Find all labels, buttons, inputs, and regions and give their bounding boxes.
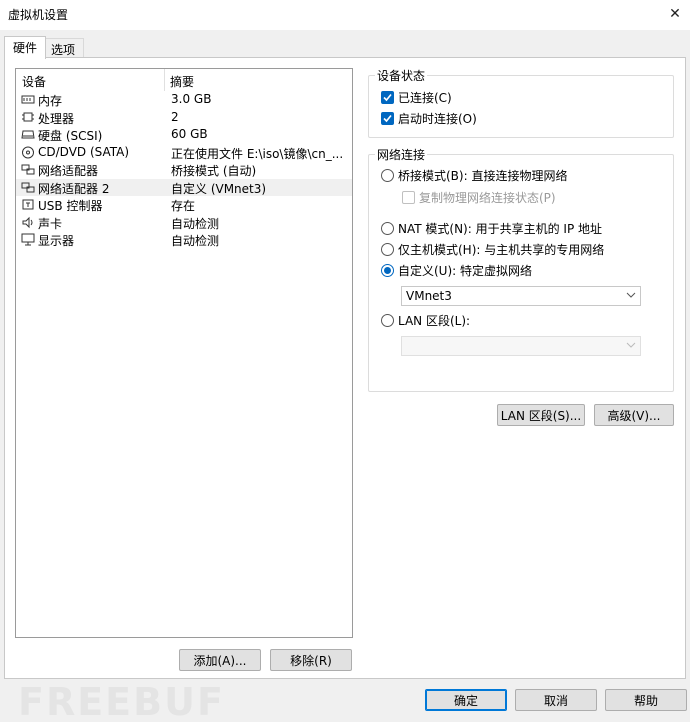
checkbox-checked-icon bbox=[381, 91, 394, 104]
host-only-label: 仅主机模式(H): 与主机共享的专用网络 bbox=[398, 243, 605, 257]
radio-icon bbox=[381, 169, 394, 182]
radio-icon bbox=[381, 243, 394, 256]
advanced-button[interactable]: 高级(V)... bbox=[594, 404, 674, 426]
cpu-icon bbox=[22, 112, 34, 121]
device-list-header: 设备 摘要 bbox=[16, 69, 352, 91]
add-device-button[interactable]: 添加(A)... bbox=[179, 649, 261, 671]
tab-strip: 硬件 选项 bbox=[0, 36, 690, 59]
device-summary: 自定义 (VMnet3) bbox=[171, 181, 267, 196]
bridged-radio[interactable]: 桥接模式(B): 直接连接物理网络 bbox=[381, 167, 567, 184]
custom-network-value: VMnet3 bbox=[406, 289, 452, 303]
network-adapter-icon bbox=[21, 164, 35, 175]
cancel-button[interactable]: 取消 bbox=[515, 689, 597, 711]
watermark-logo: FREEBUF bbox=[18, 680, 225, 724]
device-summary: 正在使用文件 E:\iso\镜像\cn_... bbox=[171, 146, 344, 161]
network-adapter-icon bbox=[21, 182, 35, 192]
device-row-hard-disk[interactable]: 硬盘 (SCSI) 60 GB bbox=[16, 126, 352, 144]
checkbox-checked-icon bbox=[381, 112, 394, 125]
device-name: USB 控制器 bbox=[38, 199, 103, 213]
custom-radio[interactable]: 自定义(U): 特定虚拟网络 bbox=[381, 262, 532, 279]
device-summary: 自动检测 bbox=[171, 216, 220, 231]
device-row-usb-controller[interactable]: USB 控制器 存在 bbox=[16, 196, 352, 214]
hardware-panel: 设备 摘要 内存 3.0 GB 处理器 2 硬盘 (SCSI) 60 GB CD… bbox=[4, 57, 686, 679]
memory-icon bbox=[21, 95, 35, 104]
lan-segment-radio[interactable]: LAN 区段(L): bbox=[381, 312, 470, 329]
ok-button[interactable]: 确定 bbox=[425, 689, 507, 711]
device-list[interactable]: 设备 摘要 内存 3.0 GB 处理器 2 硬盘 (SCSI) 60 GB CD… bbox=[15, 68, 353, 638]
help-button[interactable]: 帮助 bbox=[605, 689, 687, 711]
window-title: 虚拟机设置 bbox=[8, 8, 69, 22]
connect-at-power-on-checkbox[interactable]: 启动时连接(O) bbox=[381, 110, 477, 127]
device-name: 网络适配器 2 bbox=[38, 181, 110, 196]
tab-options[interactable]: 选项 bbox=[42, 38, 85, 58]
device-row-memory[interactable]: 内存 3.0 GB bbox=[16, 91, 352, 109]
usb-icon bbox=[22, 199, 34, 210]
remove-device-button[interactable]: 移除(R) bbox=[270, 649, 352, 671]
device-row-network-adapter[interactable]: 网络适配器 桥接模式 (自动) bbox=[16, 161, 352, 179]
radio-icon bbox=[381, 314, 394, 327]
connect-at-power-on-label: 启动时连接(O) bbox=[398, 112, 477, 126]
device-summary: 60 GB bbox=[171, 127, 208, 141]
device-name: 处理器 bbox=[38, 111, 75, 126]
device-name: 硬盘 (SCSI) bbox=[38, 129, 103, 143]
device-row-sound-card[interactable]: 声卡 自动检测 bbox=[16, 214, 352, 232]
sound-card-icon bbox=[22, 216, 33, 228]
custom-label: 自定义(U): 特定虚拟网络 bbox=[398, 264, 533, 278]
cd-dvd-icon bbox=[22, 146, 34, 158]
replicate-state-label: 复制物理网络连接状态(P) bbox=[419, 191, 556, 205]
column-separator bbox=[164, 69, 165, 91]
network-connection-title: 网络连接 bbox=[375, 146, 428, 163]
chevron-down-icon bbox=[626, 339, 636, 354]
radio-icon bbox=[381, 222, 394, 235]
lan-segment-select[interactable] bbox=[401, 336, 641, 356]
device-row-processor[interactable]: 处理器 2 bbox=[16, 109, 352, 127]
checkbox-unchecked-icon bbox=[402, 191, 415, 204]
device-summary: 2 bbox=[171, 109, 179, 124]
device-summary: 自动检测 bbox=[171, 234, 220, 248]
device-row-display[interactable]: 显示器 自动检测 bbox=[16, 231, 352, 249]
device-name: 网络适配器 bbox=[38, 164, 99, 178]
column-device[interactable]: 设备 bbox=[22, 73, 46, 90]
device-row-cd-dvd[interactable]: CD/DVD (SATA) 正在使用文件 E:\iso\镜像\cn_... bbox=[16, 144, 352, 162]
custom-network-select[interactable]: VMnet3 bbox=[401, 286, 641, 306]
device-summary: 桥接模式 (自动) bbox=[171, 164, 257, 178]
replicate-state-checkbox[interactable]: 复制物理网络连接状态(P) bbox=[402, 189, 556, 206]
hard-disk-icon bbox=[21, 130, 35, 139]
window-titlebar: 虚拟机设置 ✕ bbox=[0, 0, 690, 30]
device-row-network-adapter-2[interactable]: 网络适配器 2 自定义 (VMnet3) bbox=[16, 178, 352, 196]
device-name: 显示器 bbox=[38, 234, 75, 248]
device-name: 内存 bbox=[38, 94, 63, 108]
nat-label: NAT 模式(N): 用于共享主机的 IP 地址 bbox=[398, 222, 603, 236]
close-icon[interactable]: ✕ bbox=[660, 0, 690, 28]
nat-radio[interactable]: NAT 模式(N): 用于共享主机的 IP 地址 bbox=[381, 220, 602, 237]
lan-segments-button[interactable]: LAN 区段(S)... bbox=[497, 404, 585, 426]
connected-checkbox[interactable]: 已连接(C) bbox=[381, 89, 452, 106]
connected-label: 已连接(C) bbox=[398, 91, 452, 105]
device-name: 声卡 bbox=[38, 216, 63, 231]
device-summary: 3.0 GB bbox=[171, 92, 212, 106]
monitor-icon bbox=[21, 233, 35, 246]
device-summary: 存在 bbox=[171, 199, 196, 213]
radio-selected-icon bbox=[381, 264, 394, 277]
tab-hardware[interactable]: 硬件 bbox=[4, 36, 47, 59]
dialog-body: 硬件 选项 设备 摘要 内存 3.0 GB 处理器 2 硬盘 (SCSI) 60… bbox=[0, 30, 690, 724]
network-connection-group: 网络连接 桥接模式(B): 直接连接物理网络 复制物理网络连接状态(P) NAT… bbox=[368, 146, 674, 392]
lan-segment-label: LAN 区段(L): bbox=[398, 314, 471, 328]
bridged-label: 桥接模式(B): 直接连接物理网络 bbox=[398, 169, 568, 183]
device-name: CD/DVD (SATA) bbox=[38, 144, 130, 159]
device-status-title: 设备状态 bbox=[375, 67, 428, 84]
chevron-down-icon bbox=[626, 289, 636, 304]
device-status-group: 设备状态 已连接(C) 启动时连接(O) bbox=[368, 67, 674, 138]
host-only-radio[interactable]: 仅主机模式(H): 与主机共享的专用网络 bbox=[381, 241, 604, 258]
column-summary[interactable]: 摘要 bbox=[170, 73, 194, 90]
